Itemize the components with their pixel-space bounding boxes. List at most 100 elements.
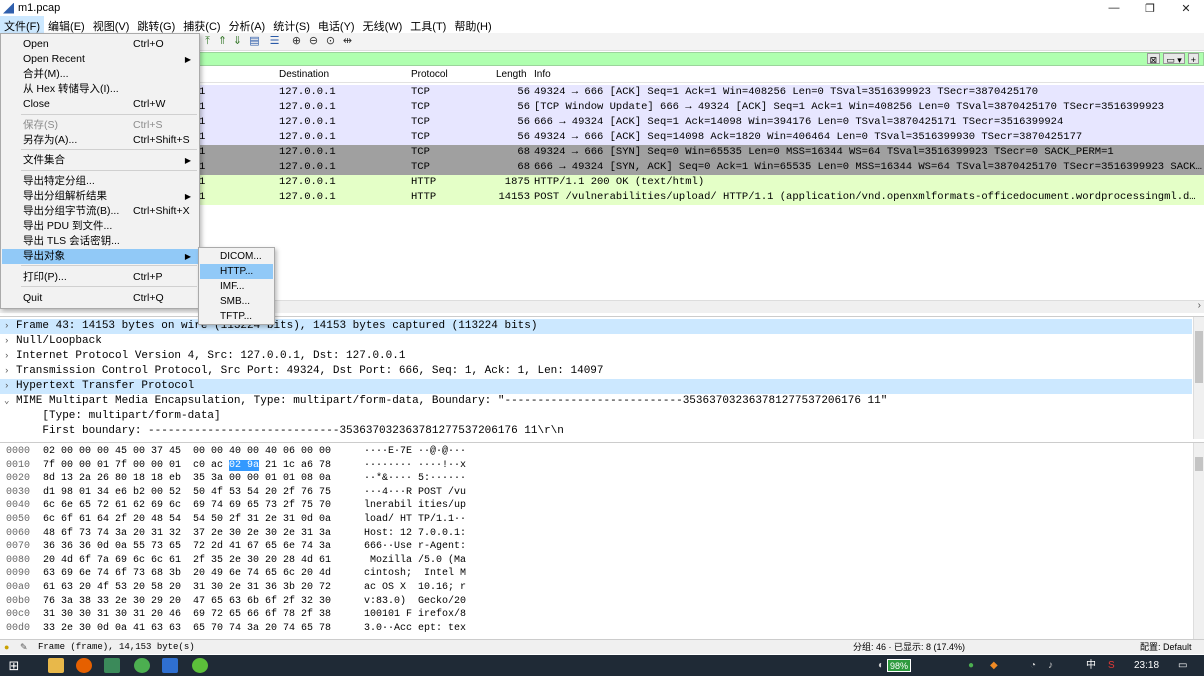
ascii-bytes[interactable]: ···4···R POST /vu xyxy=(364,486,466,500)
hex-bytes[interactable]: 8d 13 2a 26 80 18 18 eb 35 3a 00 00 01 0… xyxy=(43,472,331,486)
file-explorer-icon[interactable] xyxy=(48,658,64,673)
colorize-icon[interactable]: ☰ xyxy=(268,35,281,48)
column-length[interactable]: Length xyxy=(496,69,527,80)
zoom-reset-icon[interactable]: ⊙ xyxy=(324,35,337,48)
app-icon[interactable] xyxy=(104,658,120,673)
menu-item-export-dissections[interactable]: 导出分组解析结果 ▶ xyxy=(2,189,199,204)
wireshark-taskbar-icon[interactable] xyxy=(162,658,178,673)
hex-bytes[interactable]: 61 63 20 4f 53 20 58 20 31 30 2e 31 36 3… xyxy=(43,581,331,595)
menu-tools[interactable]: 工具(T) xyxy=(406,16,450,33)
expand-arrow-icon[interactable]: › xyxy=(4,334,14,349)
menu-item-export-objects[interactable]: 导出对象 ▶ xyxy=(2,249,199,264)
export-object-dicom[interactable]: DICOM... xyxy=(200,249,273,264)
menu-telephony[interactable]: 电话(Y) xyxy=(314,16,359,33)
export-object-http[interactable]: HTTP... xyxy=(200,264,273,279)
menu-item-print[interactable]: 打印(P)... Ctrl+P xyxy=(2,270,199,285)
menu-statistics[interactable]: 统计(S) xyxy=(269,16,314,33)
export-object-smb[interactable]: SMB... xyxy=(200,294,273,309)
ascii-bytes[interactable]: Host: 12 7.0.0.1: xyxy=(364,527,466,541)
menu-capture[interactable]: 捕获(C) xyxy=(179,16,224,33)
ascii-bytes[interactable]: 3.0··Acc ept: tex xyxy=(364,622,466,636)
battery-indicator[interactable]: 98% xyxy=(887,659,912,672)
details-scrollbar[interactable] xyxy=(1193,317,1204,439)
volume-icon[interactable]: ♪ xyxy=(1048,655,1053,676)
column-info[interactable]: Info xyxy=(534,69,551,80)
minimize-icon[interactable]: — xyxy=(1096,0,1132,16)
hex-bytes[interactable]: 36 36 36 0d 0a 55 73 65 72 2d 41 67 65 6… xyxy=(43,540,331,554)
column-protocol[interactable]: Protocol xyxy=(411,69,448,80)
firefox-icon[interactable] xyxy=(76,658,92,673)
menu-item-export-pdu[interactable]: 导出 PDU 到文件... xyxy=(2,219,199,234)
hex-bytes[interactable]: 6c 6e 65 72 61 62 69 6c 69 74 69 65 73 2… xyxy=(43,499,331,513)
detail-tree-item[interactable]: › Frame 43: 14153 bytes on wire (113224 b… xyxy=(0,319,1192,334)
expand-arrow-icon[interactable]: › xyxy=(4,319,14,334)
add-filter-button-icon[interactable]: + xyxy=(1187,53,1199,65)
status-profile[interactable]: 配置: Default xyxy=(1140,640,1192,655)
chat-icon[interactable] xyxy=(192,658,208,673)
tray-icon[interactable]: ◐ xyxy=(878,655,884,676)
menu-item-close[interactable]: Close Ctrl+W xyxy=(2,97,199,112)
ascii-bytes[interactable]: 666··Use r-Agent: xyxy=(364,540,466,554)
filter-history-icon[interactable]: ▭ ▾ xyxy=(1163,53,1185,65)
hex-bytes[interactable]: 48 6f 73 74 3a 20 31 32 37 2e 30 2e 30 2… xyxy=(43,527,331,541)
menu-wireless[interactable]: 无线(W) xyxy=(359,16,407,33)
ascii-bytes[interactable]: ··*&···· 5:······ xyxy=(364,472,466,486)
clock[interactable]: 23:18 xyxy=(1134,655,1159,676)
menu-file[interactable]: 文件(F) xyxy=(0,16,45,33)
zoom-in-icon[interactable]: ⊕ xyxy=(290,35,303,48)
zoom-out-icon[interactable]: ⊖ xyxy=(307,35,320,48)
menu-view[interactable]: 视图(V) xyxy=(89,16,134,33)
expand-arrow-icon[interactable]: › xyxy=(4,349,14,364)
ascii-bytes[interactable]: Mozilla /5.0 (Ma xyxy=(364,554,466,568)
expand-arrow-icon[interactable]: › xyxy=(4,379,14,394)
menu-go[interactable]: 跳转(G) xyxy=(133,16,179,33)
export-object-imf[interactable]: IMF... xyxy=(200,279,273,294)
ascii-bytes[interactable]: ········ ····!··x xyxy=(364,459,466,473)
menu-analyze[interactable]: 分析(A) xyxy=(225,16,270,33)
detail-tree-item[interactable]: [Type: multipart/form-data] xyxy=(0,409,1192,424)
bytes-scrollbar[interactable] xyxy=(1193,443,1204,639)
edit-comment-icon[interactable]: ✎ xyxy=(20,640,28,655)
ime-indicator[interactable]: 中 xyxy=(1086,655,1096,676)
detail-tree-item[interactable]: ⌄ MIME Multipart Media Encapsulation, Typ… xyxy=(0,394,1192,409)
export-object-tftp[interactable]: TFTP... xyxy=(200,309,273,324)
hex-bytes[interactable]: 63 69 6e 74 6f 73 68 3b 20 49 6e 74 65 6… xyxy=(43,567,331,581)
expand-arrow-icon[interactable]: › xyxy=(4,364,14,379)
sogou-icon[interactable]: S xyxy=(1108,655,1115,676)
autoscroll-icon[interactable]: ▤ xyxy=(248,35,261,48)
menu-item-export-specified[interactable]: 导出特定分组... xyxy=(2,174,199,189)
wechat-tray-icon[interactable]: ● xyxy=(968,655,974,676)
ascii-bytes[interactable]: cintosh; Intel M xyxy=(364,567,466,581)
hex-bytes[interactable]: 20 4d 6f 7a 69 6c 6c 61 2f 35 2e 30 20 2… xyxy=(43,554,331,568)
menu-item-merge[interactable]: 合并(M)... xyxy=(2,67,199,82)
close-icon[interactable]: ✕ xyxy=(1168,0,1204,16)
menu-item-open-recent[interactable]: Open Recent ▶ xyxy=(2,52,199,67)
menu-item-export-bytes[interactable]: 导出分组字节流(B)... Ctrl+Shift+X xyxy=(2,204,199,219)
ascii-bytes[interactable]: lnerabil ities/up xyxy=(364,499,466,513)
hex-bytes[interactable]: 6c 6f 61 64 2f 20 48 54 54 50 2f 31 2e 3… xyxy=(43,513,331,527)
menu-item-open[interactable]: Open Ctrl+O xyxy=(2,37,199,52)
ascii-bytes[interactable]: v:83.0) Gecko/20 xyxy=(364,595,466,609)
expert-info-icon[interactable]: ● xyxy=(4,640,9,655)
hex-bytes[interactable]: 31 30 30 31 30 31 20 46 69 72 65 66 6f 7… xyxy=(43,608,331,622)
menu-edit[interactable]: 编辑(E) xyxy=(44,16,89,33)
go-first-icon[interactable]: ⤒ xyxy=(201,35,214,48)
wechat-icon[interactable] xyxy=(134,658,150,673)
menu-item-quit[interactable]: Quit Ctrl+Q xyxy=(2,291,199,306)
detail-tree-item[interactable]: › Null/Loopback xyxy=(0,334,1192,349)
detail-tree-item[interactable]: › Internet Protocol Version 4, Src: 127.0… xyxy=(0,349,1192,364)
notification-icon[interactable]: ▭ xyxy=(1178,655,1187,676)
selected-bytes[interactable]: 02 9a xyxy=(229,459,260,471)
ascii-bytes[interactable]: 100101 F irefox/8 xyxy=(364,608,466,622)
hex-bytes[interactable]: d1 98 01 34 e6 b2 00 52 50 4f 53 54 20 2… xyxy=(43,486,331,500)
network-icon[interactable]: ◔ xyxy=(1030,655,1036,676)
resize-columns-icon[interactable]: ⇹ xyxy=(341,35,354,48)
maximize-icon[interactable]: ❐ xyxy=(1132,0,1168,16)
menu-item-file-set[interactable]: 文件集合 ▶ xyxy=(2,153,199,168)
detail-tree-item[interactable]: › Transmission Control Protocol, Src Port… xyxy=(0,364,1192,379)
go-up-icon[interactable]: ⇑ xyxy=(216,35,229,48)
detail-tree-item[interactable]: First boundary: ------------------------… xyxy=(0,424,1192,439)
go-down-icon[interactable]: ⇓ xyxy=(231,35,244,48)
menu-item-save-as[interactable]: 另存为(A)... Ctrl+Shift+S xyxy=(2,133,199,148)
detail-tree-item[interactable]: › Hypertext Transfer Protocol xyxy=(0,379,1192,394)
